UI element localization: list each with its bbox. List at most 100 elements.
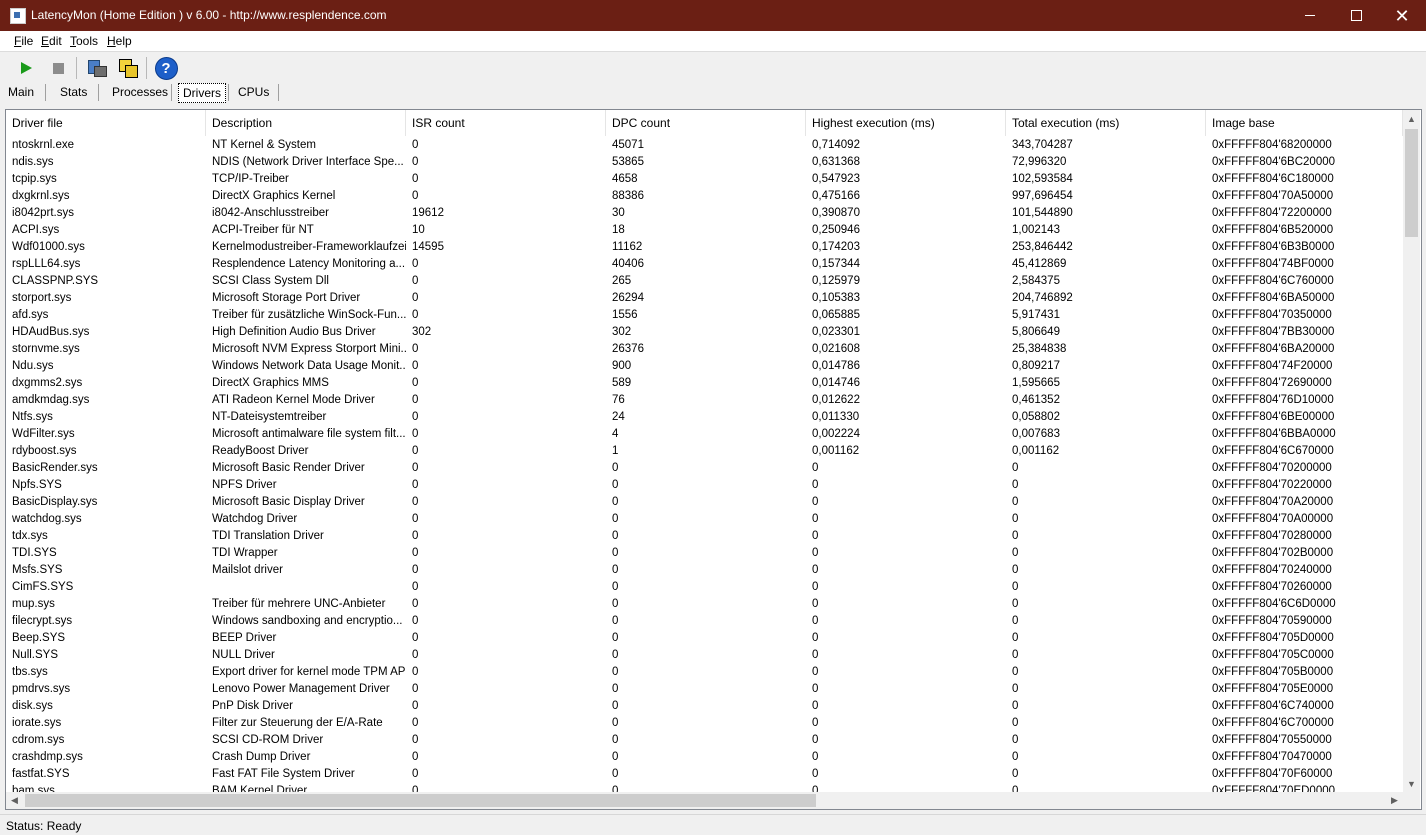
scroll-down-icon[interactable]: ▼ <box>1403 775 1420 792</box>
scroll-up-icon[interactable]: ▲ <box>1403 110 1420 127</box>
table-row[interactable]: rspLLL64.sys Resplendence Latency Monitor… <box>6 256 1403 273</box>
table-row[interactable]: BasicDisplay.sys Microsoft Basic Display … <box>6 494 1403 511</box>
table-row[interactable]: dxgmms2.sys DirectX Graphics MMS 0 589 0,014… <box>6 375 1403 392</box>
tab-separator <box>45 84 46 101</box>
minimize-button[interactable] <box>1287 0 1333 31</box>
vertical-scroll-thumb[interactable] <box>1405 129 1418 237</box>
column-image-base[interactable]: Image base <box>1206 110 1403 136</box>
column-highest-execution[interactable]: Highest execution (ms) <box>806 110 1006 136</box>
horizontal-scrollbar[interactable]: ◀ ▶ <box>6 792 1403 809</box>
stop-button[interactable] <box>46 56 70 80</box>
menu-help[interactable]: Help <box>107 34 132 48</box>
table-row[interactable]: Null.SYS NULL Driver 0 0 0 0 0xFFFFF804'705C00… <box>6 647 1403 664</box>
total-execution-cell: 5,806649 <box>1012 326 1060 338</box>
column-isr-count[interactable]: ISR count <box>406 110 606 136</box>
column-driver-file[interactable]: Driver file <box>6 110 206 136</box>
table-row[interactable]: mup.sys Treiber für mehrere UNC-Anbieter 0… <box>6 596 1403 613</box>
total-execution-cell: 5,917431 <box>1012 309 1060 321</box>
table-row[interactable]: iorate.sys Filter zur Steuerung der E/A-R… <box>6 715 1403 732</box>
image-base-cell: 0xFFFFF804'6C670000 <box>1212 445 1334 457</box>
driver-file-cell: BasicRender.sys <box>12 462 98 474</box>
scroll-left-icon[interactable]: ◀ <box>6 792 23 809</box>
description-cell: Mailslot driver <box>212 564 283 576</box>
total-execution-cell: 0 <box>1012 700 1019 712</box>
table-row[interactable]: fastfat.SYS Fast FAT File System Driver 0 0… <box>6 766 1403 783</box>
menu-file[interactable]: File <box>14 34 33 48</box>
table-row[interactable]: Npfs.SYS NPFS Driver 0 0 0 0 0xFFFFF804'702200… <box>6 477 1403 494</box>
table-row[interactable]: BasicRender.sys Microsoft Basic Render Dr… <box>6 460 1403 477</box>
help-button[interactable]: ? <box>154 56 178 80</box>
table-row[interactable]: tbs.sys Export driver for kernel mode TPM… <box>6 664 1403 681</box>
table-row[interactable]: watchdog.sys Watchdog Driver 0 0 0 0 0xFFFFF80… <box>6 511 1403 528</box>
column-dpc-count[interactable]: DPC count <box>606 110 806 136</box>
dpc-count-cell: 45071 <box>612 139 644 151</box>
highest-execution-cell: 0 <box>812 700 819 712</box>
tab-drivers[interactable]: Drivers <box>178 83 226 103</box>
table-row[interactable]: Wdf01000.sys Kernelmodustreiber-Framework… <box>6 239 1403 256</box>
table-row[interactable]: Beep.SYS BEEP Driver 0 0 0 0 0xFFFFF804'705D00… <box>6 630 1403 647</box>
menu-edit[interactable]: Edit <box>41 34 62 48</box>
description-cell: NPFS Driver <box>212 479 277 491</box>
image-base-cell: 0xFFFFF804'76D10000 <box>1212 394 1334 406</box>
table-row[interactable]: cdrom.sys SCSI CD-ROM Driver 0 0 0 0 0xFFFFF80… <box>6 732 1403 749</box>
windows-button[interactable] <box>116 56 140 80</box>
table-row[interactable]: i8042prt.sys i8042-Anschlusstreiber 19612 3… <box>6 205 1403 222</box>
scrollbar-corner <box>1403 792 1420 809</box>
driver-file-cell: storport.sys <box>12 292 72 304</box>
table-row[interactable]: filecrypt.sys Windows sandboxing and encr… <box>6 613 1403 630</box>
table-row[interactable]: rdyboost.sys ReadyBoost Driver 0 1 0,001162 0… <box>6 443 1403 460</box>
table-row[interactable]: Msfs.SYS Mailslot driver 0 0 0 0 0xFFFFF804'70… <box>6 562 1403 579</box>
horizontal-scroll-thumb[interactable] <box>25 794 816 807</box>
image-base-cell: 0xFFFFF804'70470000 <box>1212 751 1332 763</box>
tab-stats[interactable]: Stats <box>56 83 91 101</box>
table-row[interactable]: ndis.sys NDIS (Network Driver Interface S… <box>6 154 1403 171</box>
tab-main[interactable]: Main <box>4 83 38 101</box>
app-icon[interactable] <box>10 8 26 24</box>
table-row[interactable]: disk.sys PnP Disk Driver 0 0 0 0 0xFFFFF804'6C… <box>6 698 1403 715</box>
total-execution-cell: 1,595665 <box>1012 377 1060 389</box>
description-cell: Microsoft Storage Port Driver <box>212 292 361 304</box>
highest-execution-cell: 0,714092 <box>812 139 860 151</box>
tab-processes[interactable]: Processes <box>108 83 172 101</box>
driver-file-cell: rspLLL64.sys <box>12 258 81 270</box>
maximize-button[interactable] <box>1333 0 1379 31</box>
tab-cpus[interactable]: CPUs <box>234 83 273 101</box>
scroll-right-icon[interactable]: ▶ <box>1386 792 1403 809</box>
total-execution-cell: 0 <box>1012 683 1019 695</box>
table-row[interactable]: tdx.sys TDI Translation Driver 0 0 0 0 0xFFFFF… <box>6 528 1403 545</box>
description-cell: Windows Network Data Usage Monit... <box>212 360 406 372</box>
highest-execution-cell: 0,021608 <box>812 343 860 355</box>
table-row[interactable]: WdFilter.sys Microsoft antimalware file s… <box>6 426 1403 443</box>
table-row[interactable]: crashdmp.sys Crash Dump Driver 0 0 0 0 0xFFFFF… <box>6 749 1403 766</box>
table-row[interactable]: stornvme.sys Microsoft NVM Express Storpo… <box>6 341 1403 358</box>
table-row[interactable]: dxgkrnl.sys DirectX Graphics Kernel 0 88386… <box>6 188 1403 205</box>
table-row[interactable]: amdkmdag.sys ATI Radeon Kernel Mode Drive… <box>6 392 1403 409</box>
table-row[interactable]: pmdrvs.sys Lenovo Power Management Driver… <box>6 681 1403 698</box>
start-button[interactable] <box>14 56 38 80</box>
table-row[interactable]: ntoskrnl.exe NT Kernel & System 0 45071 0,71… <box>6 137 1403 154</box>
table-row[interactable]: HDAudBus.sys High Definition Audio Bus Dr… <box>6 324 1403 341</box>
highest-execution-cell: 0 <box>812 666 819 678</box>
table-row[interactable]: CimFS.SYS 0 0 0 0 0xFFFFF804'70260000 <box>6 579 1403 596</box>
highest-execution-cell: 0,174203 <box>812 241 860 253</box>
table-row[interactable]: CLASSPNP.SYS SCSI Class System Dll 0 265 0,1… <box>6 273 1403 290</box>
clean-button[interactable] <box>84 56 108 80</box>
table-row[interactable]: Ntfs.sys NT-Dateisystemtreiber 0 24 0,011330… <box>6 409 1403 426</box>
table-row[interactable]: TDI.SYS TDI Wrapper 0 0 0 0 0xFFFFF804'702B000… <box>6 545 1403 562</box>
column-total-execution[interactable]: Total execution (ms) <box>1006 110 1206 136</box>
table-row[interactable]: tcpip.sys TCP/IP-Treiber 0 4658 0,547923 102,… <box>6 171 1403 188</box>
table-row[interactable]: afd.sys Treiber für zusätzliche WinSock-F… <box>6 307 1403 324</box>
minimize-icon <box>1305 15 1315 16</box>
dpc-count-cell: 0 <box>612 700 619 712</box>
vertical-scrollbar[interactable]: ▲ ▼ <box>1403 110 1420 792</box>
table-row[interactable]: storport.sys Microsoft Storage Port Drive… <box>6 290 1403 307</box>
menu-tools[interactable]: Tools <box>70 34 98 48</box>
close-button[interactable]: ✕ <box>1379 0 1425 31</box>
table-row[interactable]: Ndu.sys Windows Network Data Usage Monit.… <box>6 358 1403 375</box>
driver-file-cell: fastfat.SYS <box>12 768 70 780</box>
column-description[interactable]: Description <box>206 110 406 136</box>
isr-count-cell: 0 <box>412 173 419 185</box>
status-text: Status: Ready <box>6 819 82 833</box>
isr-count-cell: 0 <box>412 411 419 423</box>
table-row[interactable]: ACPI.sys ACPI-Treiber für NT 10 18 0,250946 1… <box>6 222 1403 239</box>
